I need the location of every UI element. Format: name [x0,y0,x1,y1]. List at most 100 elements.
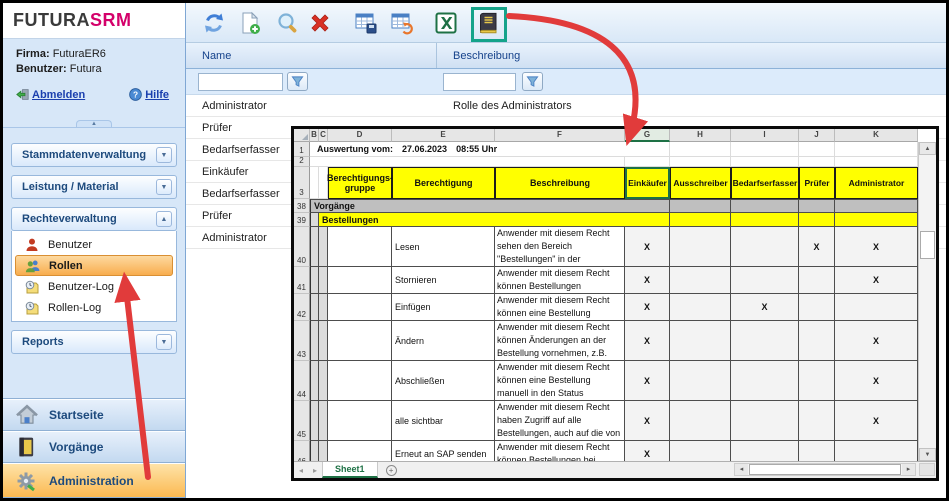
section-cell[interactable]: Vorgänge [310,199,625,213]
beschreibung-cell[interactable]: Anwender mit diesem Recht können Bestell… [495,441,625,461]
mark-cell[interactable]: X [625,321,670,361]
sidebar-item-rollen[interactable]: Rollen [15,255,173,276]
sheet-header-cell[interactable]: Bedarfserfasser [731,167,799,199]
mark-cell[interactable] [731,401,799,441]
mark-cell[interactable] [731,321,799,361]
sheet-cell[interactable] [328,401,392,441]
column-letter-B[interactable]: B [310,129,319,142]
mark-cell[interactable]: X [799,227,835,267]
column-letter-J[interactable]: J [799,129,835,142]
mark-cell[interactable]: X [625,227,670,267]
sheet-cell[interactable] [731,199,799,213]
sheet-tab[interactable]: Sheet1 [322,462,378,478]
sheet-cell[interactable] [319,361,328,401]
chevron-up-icon[interactable]: ▲ [156,211,172,227]
berechtigung-cell[interactable]: Einfügen [392,294,495,321]
row-number[interactable]: 38 [294,199,310,213]
sheet-cell[interactable] [328,441,392,461]
name-filter-button[interactable] [287,72,308,91]
sheet-nav-left-icon[interactable]: ◂ [294,466,308,475]
mark-cell[interactable] [799,294,835,321]
berechtigung-cell[interactable]: Stornieren [392,267,495,294]
sheet-vertical-scrollbar[interactable]: ▲ ▼ [918,142,936,461]
sheet-cell[interactable] [328,267,392,294]
sheet-cell[interactable] [328,294,392,321]
sheet-cell[interactable] [310,294,319,321]
column-header-name[interactable]: Name [202,43,231,68]
sheet-cell[interactable] [328,321,392,361]
search-button[interactable] [274,9,302,37]
sheet-cell[interactable] [835,142,918,157]
column-letter-G[interactable]: G [625,129,670,142]
scroll-down-icon[interactable]: ▼ [919,448,936,461]
beschreibung-filter-input[interactable] [443,73,516,91]
sheet-cell[interactable] [310,227,319,267]
mark-cell[interactable]: X [835,227,918,267]
sheet-cell[interactable] [310,213,319,227]
sheet-cell[interactable] [799,157,835,167]
sheet-header-cell[interactable]: Berechtigung [392,167,495,199]
sidebar-item-rollen-log[interactable]: Rollen-Log [15,297,173,318]
berechtigung-cell[interactable]: Abschließen [392,361,495,401]
column-letter-K[interactable]: K [835,129,918,142]
column-header-beschreibung[interactable]: Beschreibung [453,43,520,68]
report-book-button[interactable] [474,9,502,37]
row-number[interactable]: 45 [294,401,310,441]
module-nav-vorg-nge[interactable]: Vorgänge [3,431,185,463]
row-number[interactable]: 39 [294,213,310,227]
beschreibung-cell[interactable]: Anwender mit diesem Recht können Bestell… [495,267,625,294]
chevron-down-icon[interactable]: ▼ [156,147,172,163]
sheet-nav-right-icon[interactable]: ▸ [308,466,322,475]
sheet-cell[interactable] [670,213,731,227]
delete-button[interactable] [306,9,334,37]
horizontal-scroll-thumb[interactable] [749,464,901,475]
beschreibung-cell[interactable]: Anwender mit diesem Recht sehen den Bere… [495,227,625,267]
sheet-header-cell[interactable]: Administrator [835,167,918,199]
mark-cell[interactable] [799,321,835,361]
mark-cell[interactable]: X [835,267,918,294]
mark-cell[interactable] [835,441,918,461]
sheet-cell[interactable] [625,199,670,213]
refresh-button[interactable] [200,9,228,37]
excel-export-button[interactable] [432,9,460,37]
sheet-cell[interactable] [310,321,319,361]
berechtigung-cell[interactable]: Erneut an SAP senden [392,441,495,461]
column-letter-D[interactable]: D [328,129,392,142]
sheet-cell[interactable] [625,157,670,167]
sheet-cell[interactable] [310,157,625,167]
report-title-cell[interactable]: Auswertung vom:27.06.202308:55 Uhr [310,142,625,157]
sheet-cell[interactable] [319,321,328,361]
help-link[interactable]: ? Hilfe [129,88,169,101]
row-number[interactable]: 41 [294,267,310,294]
module-nav-administration[interactable]: Administration [3,463,185,498]
sidebar-item-benutzer[interactable]: Benutzer [15,234,173,255]
mark-cell[interactable]: X [625,361,670,401]
sheet-cell[interactable] [310,401,319,441]
mark-cell[interactable] [670,321,731,361]
sheet-cell[interactable] [625,213,670,227]
mark-cell[interactable] [670,294,731,321]
nav-panel-reports[interactable]: Reports▼ [11,330,177,354]
mark-cell[interactable] [670,227,731,267]
sheet-cell[interactable] [799,142,835,157]
mark-cell[interactable] [731,267,799,294]
berechtigung-cell[interactable]: alle sichtbar [392,401,495,441]
table-row[interactable]: AdministratorRolle des Administrators [186,95,946,117]
add-sheet-button[interactable]: + [386,465,397,476]
chevron-down-icon[interactable]: ▼ [156,334,172,350]
new-record-button[interactable] [236,9,264,37]
sheet-header-cell[interactable]: Beschreibung [495,167,625,199]
mark-cell[interactable]: X [835,321,918,361]
mark-cell[interactable]: X [625,441,670,461]
column-letter-E[interactable]: E [392,129,495,142]
sheet-cell[interactable] [799,213,835,227]
grid-save-button[interactable] [352,9,380,37]
select-all-corner[interactable] [294,129,310,142]
name-filter-input[interactable] [198,73,283,91]
vertical-scroll-thumb[interactable] [920,231,935,259]
sheet-cell[interactable] [319,267,328,294]
mark-cell[interactable] [670,361,731,401]
logout-link[interactable]: Abmelden [16,88,85,101]
grid-export-button[interactable] [388,9,416,37]
sheet-cell[interactable] [319,227,328,267]
